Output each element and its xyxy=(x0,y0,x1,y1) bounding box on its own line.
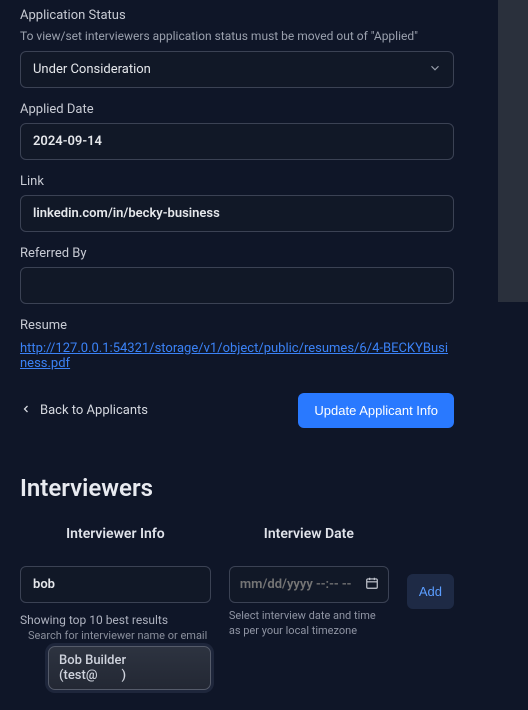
referred-by-label: Referred By xyxy=(20,246,454,261)
resume-link[interactable]: http://127.0.0.1:54321/storage/v1/object… xyxy=(20,341,454,371)
interviewers-heading: Interviewers xyxy=(20,474,454,502)
suggestion-trailing: ) xyxy=(121,668,132,683)
link-input[interactable] xyxy=(20,195,454,232)
back-label: Back to Applicants xyxy=(40,403,148,418)
chevron-left-icon xyxy=(20,403,32,419)
interviewer-info-header: Interviewer Info xyxy=(20,526,211,542)
applied-date-label: Applied Date xyxy=(20,102,454,117)
resume-label: Resume xyxy=(20,318,454,333)
suggestion-label: Bob Builder (test@ xyxy=(59,653,126,683)
applied-date-input[interactable] xyxy=(20,123,454,160)
timezone-hint: Select interview date and time as per yo… xyxy=(229,609,389,639)
interviewer-search-input[interactable] xyxy=(20,566,211,603)
interview-date-input[interactable] xyxy=(229,566,389,603)
interviewer-suggestion[interactable]: Bob Builder (test@) xyxy=(48,646,211,690)
search-hint-text: Search for interviewer name or email xyxy=(28,629,211,642)
add-interviewer-button[interactable]: Add xyxy=(407,574,454,609)
application-status-label: Application Status xyxy=(20,8,454,23)
showing-results-text: Showing top 10 best results xyxy=(20,613,211,627)
interview-date-header: Interview Date xyxy=(229,526,389,542)
referred-by-input[interactable] xyxy=(20,267,454,304)
back-to-applicants-button[interactable]: Back to Applicants xyxy=(20,403,148,419)
link-label: Link xyxy=(20,174,454,189)
application-status-select[interactable]: Under Consideration xyxy=(20,51,454,88)
application-status-helper: To view/set interviewers application sta… xyxy=(20,29,454,43)
update-applicant-button[interactable]: Update Applicant Info xyxy=(298,393,454,428)
